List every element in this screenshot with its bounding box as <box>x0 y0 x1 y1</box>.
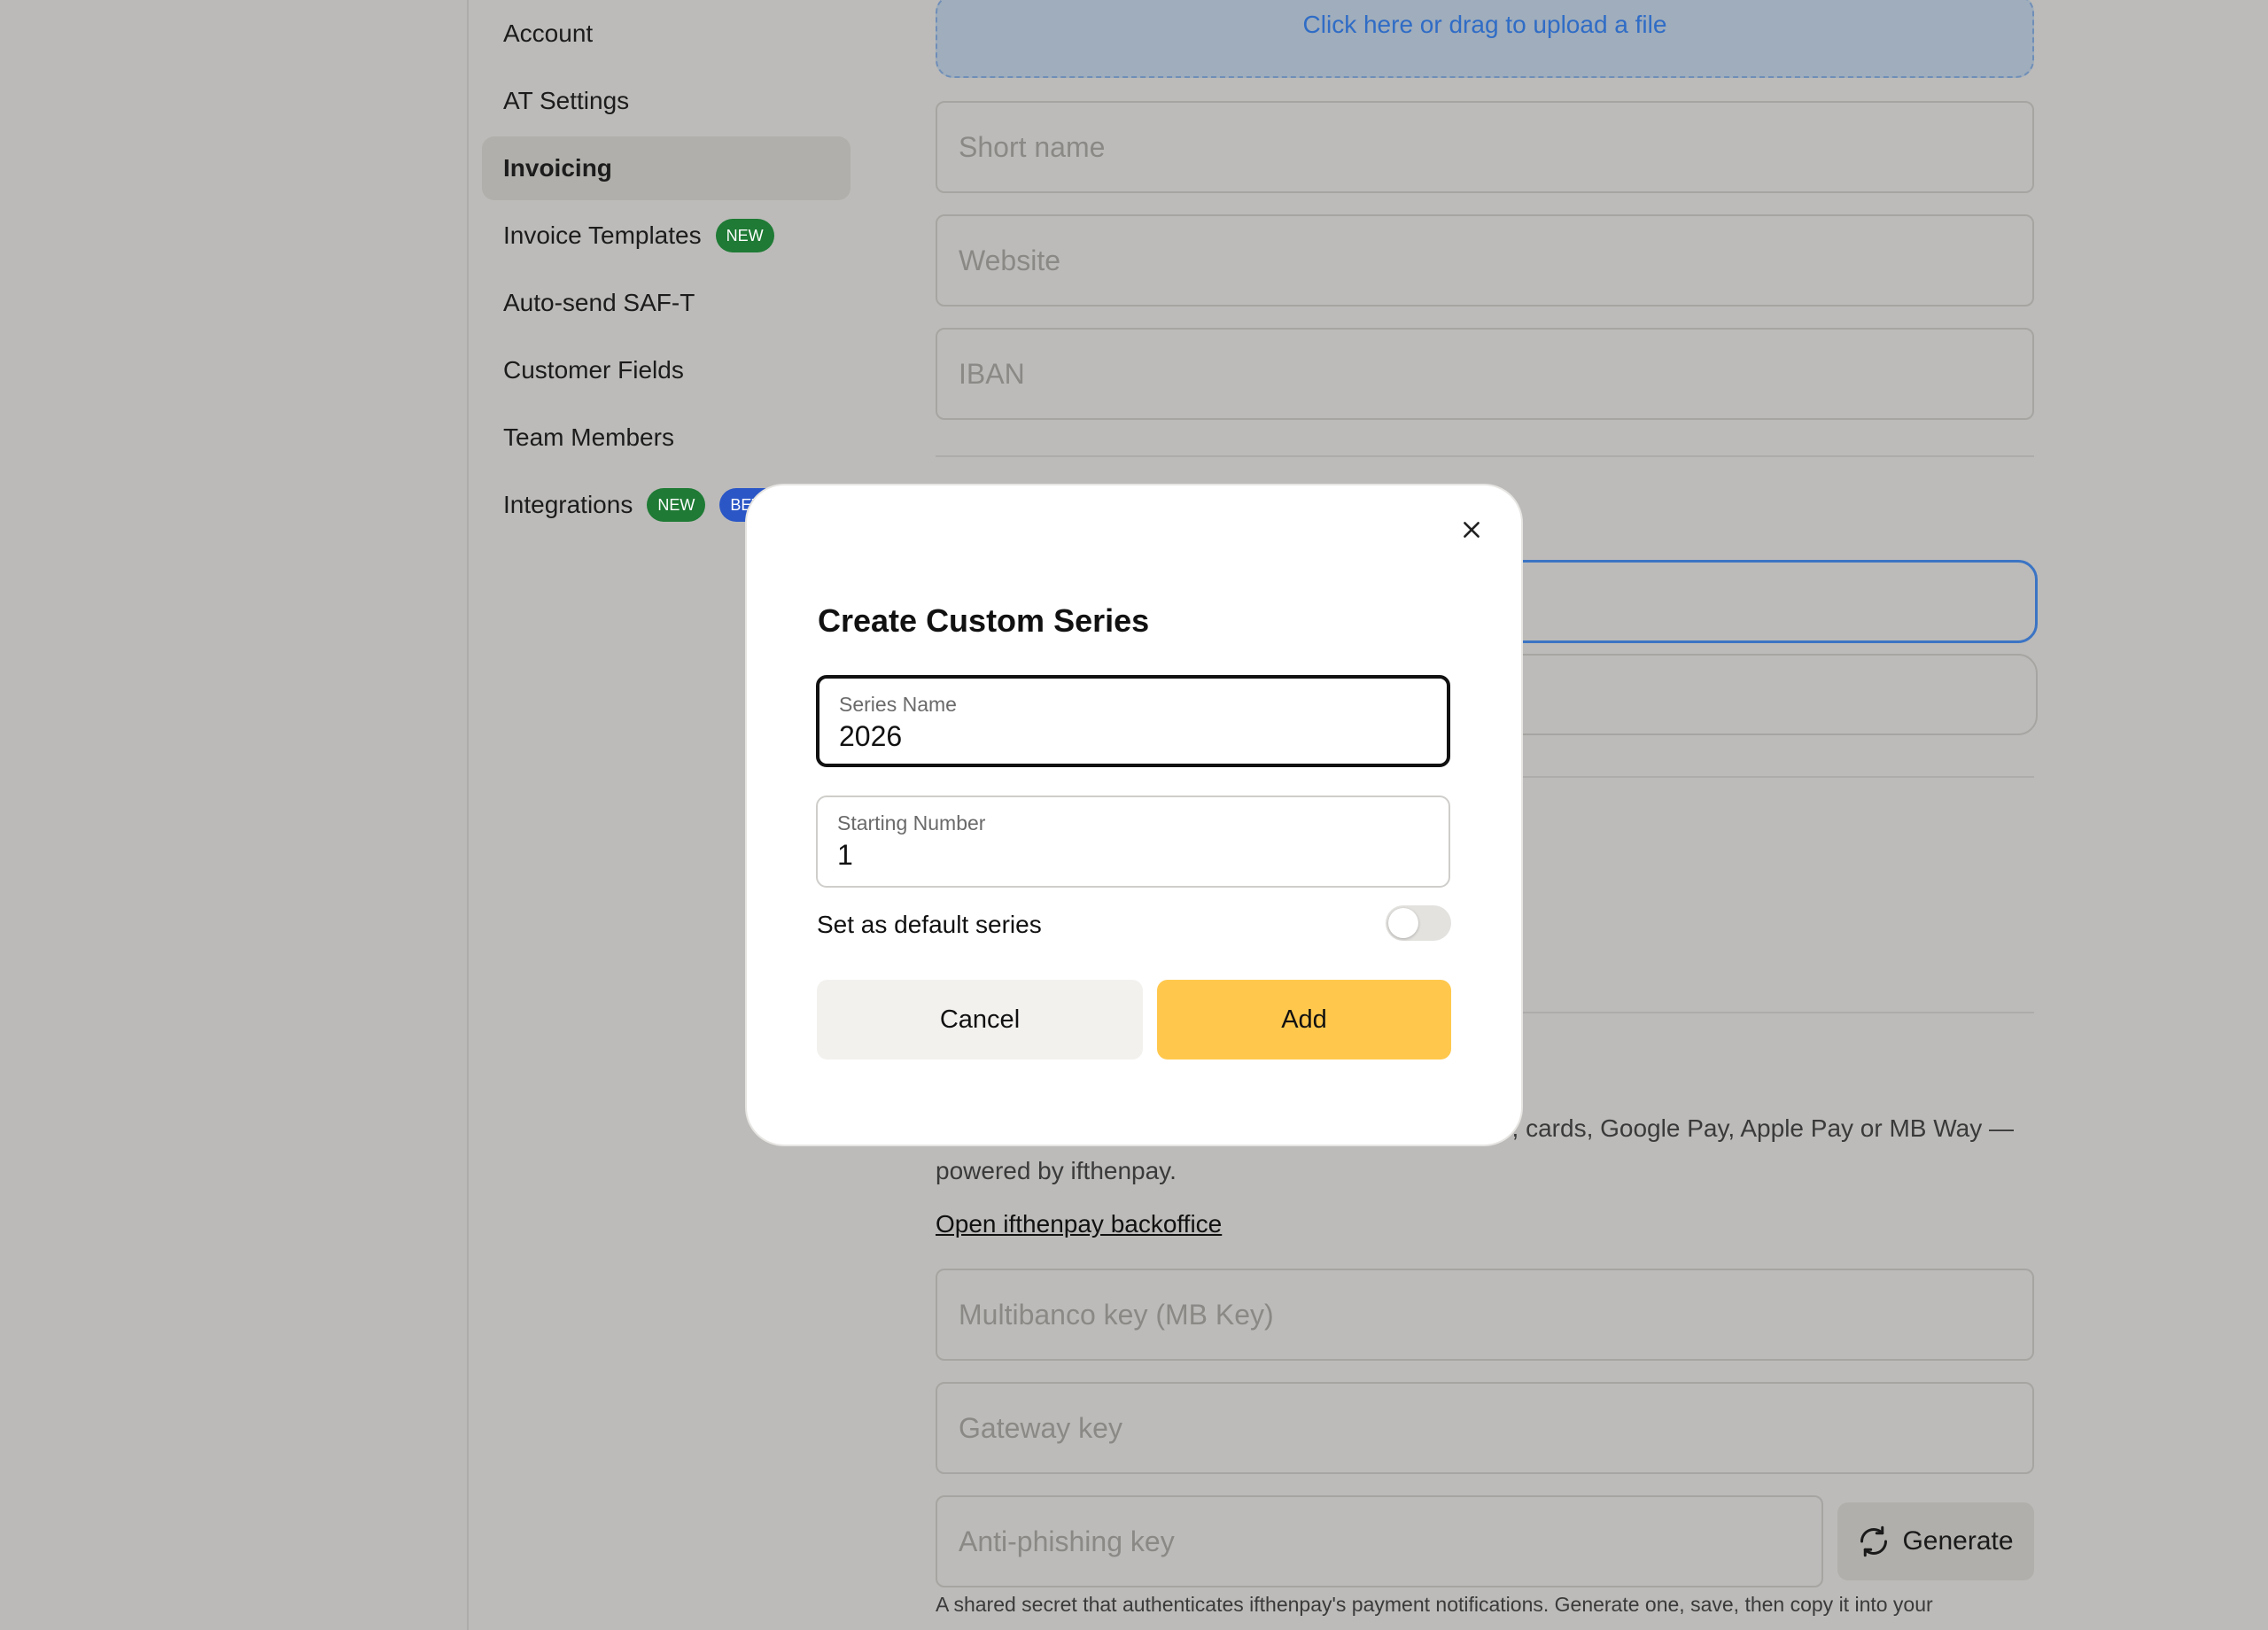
add-button[interactable]: Add <box>1157 980 1451 1060</box>
dialog-title: Create Custom Series <box>818 602 1150 639</box>
close-button[interactable] <box>1454 512 1489 547</box>
starting-number-label: Starting Number <box>837 811 986 834</box>
default-series-toggle[interactable] <box>1386 905 1451 941</box>
starting-number-field[interactable]: Starting Number 1 <box>816 796 1450 888</box>
series-name-field[interactable]: Series Name 2026 <box>816 675 1450 767</box>
series-name-label: Series Name <box>839 693 957 716</box>
modal-overlay[interactable]: Create Custom Series Series Name 2026 St… <box>0 0 2268 1630</box>
series-name-value: 2026 <box>839 720 903 752</box>
default-series-row: Set as default series <box>817 905 1451 944</box>
starting-number-value: 1 <box>837 839 853 871</box>
toggle-knob <box>1388 908 1418 938</box>
cancel-button[interactable]: Cancel <box>817 980 1143 1060</box>
default-series-label: Set as default series <box>817 911 1042 938</box>
close-icon <box>1464 522 1480 538</box>
